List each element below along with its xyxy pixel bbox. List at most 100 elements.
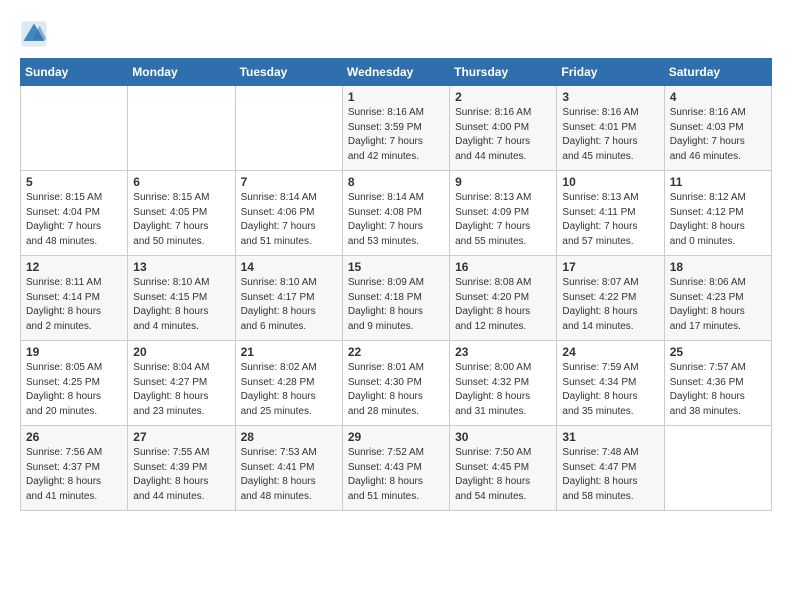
- calendar-cell: 19 Sunrise: 8:05 AM Sunset: 4:25 PM Dayli…: [21, 341, 128, 426]
- calendar-header-row: SundayMondayTuesdayWednesdayThursdayFrid…: [21, 59, 772, 86]
- calendar-cell: 29 Sunrise: 7:52 AM Sunset: 4:43 PM Dayli…: [342, 426, 449, 511]
- day-info: Sunrise: 8:16 AM Sunset: 4:01 PM Dayligh…: [562, 106, 658, 164]
- day-info: Sunrise: 8:08 AM Sunset: 4:20 PM Dayligh…: [455, 276, 551, 334]
- day-info: Sunrise: 7:50 AM Sunset: 4:45 PM Dayligh…: [455, 446, 551, 504]
- day-number: 23: [455, 345, 551, 359]
- day-info: Sunrise: 8:00 AM Sunset: 4:32 PM Dayligh…: [455, 361, 551, 419]
- day-info: Sunrise: 8:04 AM Sunset: 4:27 PM Dayligh…: [133, 361, 229, 419]
- header-friday: Friday: [557, 59, 664, 86]
- day-info: Sunrise: 8:16 AM Sunset: 4:00 PM Dayligh…: [455, 106, 551, 164]
- calendar-week-5: 26Sunrise: 7:56 AM Sunset: 4:37 PM Dayli…: [21, 426, 772, 511]
- calendar-cell: 15 Sunrise: 8:09 AM Sunset: 4:18 PM Dayli…: [342, 256, 449, 341]
- day-number: 12: [26, 260, 122, 274]
- calendar-table: SundayMondayTuesdayWednesdayThursdayFrid…: [20, 58, 772, 511]
- calendar-cell: [235, 86, 342, 171]
- day-number: 20: [133, 345, 229, 359]
- calendar-week-2: 5 Sunrise: 8:15 AM Sunset: 4:04 PM Daylig…: [21, 171, 772, 256]
- day-info: Sunrise: 7:55 AM Sunset: 4:39 PM Dayligh…: [133, 446, 229, 504]
- logo: [20, 20, 52, 48]
- day-info: Sunrise: 8:11 AM Sunset: 4:14 PM Dayligh…: [26, 276, 122, 334]
- calendar-cell: 31Sunrise: 7:48 AM Sunset: 4:47 PM Dayli…: [557, 426, 664, 511]
- day-number: 4: [670, 90, 766, 104]
- day-info: Sunrise: 8:10 AM Sunset: 4:15 PM Dayligh…: [133, 276, 229, 334]
- day-info: Sunrise: 8:07 AM Sunset: 4:22 PM Dayligh…: [562, 276, 658, 334]
- day-info: Sunrise: 8:15 AM Sunset: 4:05 PM Dayligh…: [133, 191, 229, 249]
- calendar-cell: 14 Sunrise: 8:10 AM Sunset: 4:17 PM Dayli…: [235, 256, 342, 341]
- day-number: 29: [348, 430, 444, 444]
- day-number: 8: [348, 175, 444, 189]
- day-number: 21: [241, 345, 337, 359]
- calendar-cell: 20 Sunrise: 8:04 AM Sunset: 4:27 PM Dayli…: [128, 341, 235, 426]
- calendar-cell: 10Sunrise: 8:13 AM Sunset: 4:11 PM Dayli…: [557, 171, 664, 256]
- calendar-cell: 30 Sunrise: 7:50 AM Sunset: 4:45 PM Dayli…: [450, 426, 557, 511]
- day-info: Sunrise: 8:13 AM Sunset: 4:09 PM Dayligh…: [455, 191, 551, 249]
- header-sunday: Sunday: [21, 59, 128, 86]
- day-info: Sunrise: 8:01 AM Sunset: 4:30 PM Dayligh…: [348, 361, 444, 419]
- day-number: 13: [133, 260, 229, 274]
- day-info: Sunrise: 8:05 AM Sunset: 4:25 PM Dayligh…: [26, 361, 122, 419]
- day-number: 6: [133, 175, 229, 189]
- day-number: 3: [562, 90, 658, 104]
- calendar-cell: 2 Sunrise: 8:16 AM Sunset: 4:00 PM Daylig…: [450, 86, 557, 171]
- calendar-cell: 23 Sunrise: 8:00 AM Sunset: 4:32 PM Dayli…: [450, 341, 557, 426]
- calendar-cell: 1 Sunrise: 8:16 AM Sunset: 3:59 PM Daylig…: [342, 86, 449, 171]
- day-info: Sunrise: 8:16 AM Sunset: 4:03 PM Dayligh…: [670, 106, 766, 164]
- calendar-cell: 22 Sunrise: 8:01 AM Sunset: 4:30 PM Dayli…: [342, 341, 449, 426]
- day-info: Sunrise: 8:09 AM Sunset: 4:18 PM Dayligh…: [348, 276, 444, 334]
- calendar-cell: 13 Sunrise: 8:10 AM Sunset: 4:15 PM Dayli…: [128, 256, 235, 341]
- day-number: 25: [670, 345, 766, 359]
- day-number: 14: [241, 260, 337, 274]
- calendar-week-3: 12 Sunrise: 8:11 AM Sunset: 4:14 PM Dayli…: [21, 256, 772, 341]
- day-number: 9: [455, 175, 551, 189]
- day-info: Sunrise: 7:48 AM Sunset: 4:47 PM Dayligh…: [562, 446, 658, 504]
- day-number: 18: [670, 260, 766, 274]
- day-number: 27: [133, 430, 229, 444]
- header-tuesday: Tuesday: [235, 59, 342, 86]
- day-number: 5: [26, 175, 122, 189]
- day-number: 2: [455, 90, 551, 104]
- day-number: 30: [455, 430, 551, 444]
- calendar-cell: [128, 86, 235, 171]
- calendar-cell: 3 Sunrise: 8:16 AM Sunset: 4:01 PM Daylig…: [557, 86, 664, 171]
- day-info: Sunrise: 8:16 AM Sunset: 3:59 PM Dayligh…: [348, 106, 444, 164]
- day-info: Sunrise: 8:15 AM Sunset: 4:04 PM Dayligh…: [26, 191, 122, 249]
- calendar-cell: 6 Sunrise: 8:15 AM Sunset: 4:05 PM Daylig…: [128, 171, 235, 256]
- day-info: Sunrise: 7:53 AM Sunset: 4:41 PM Dayligh…: [241, 446, 337, 504]
- day-number: 22: [348, 345, 444, 359]
- day-info: Sunrise: 7:52 AM Sunset: 4:43 PM Dayligh…: [348, 446, 444, 504]
- header-wednesday: Wednesday: [342, 59, 449, 86]
- day-info: Sunrise: 8:14 AM Sunset: 4:08 PM Dayligh…: [348, 191, 444, 249]
- day-info: Sunrise: 8:02 AM Sunset: 4:28 PM Dayligh…: [241, 361, 337, 419]
- day-number: 7: [241, 175, 337, 189]
- calendar-cell: 17Sunrise: 8:07 AM Sunset: 4:22 PM Dayli…: [557, 256, 664, 341]
- calendar-cell: 8 Sunrise: 8:14 AM Sunset: 4:08 PM Daylig…: [342, 171, 449, 256]
- day-info: Sunrise: 7:57 AM Sunset: 4:36 PM Dayligh…: [670, 361, 766, 419]
- calendar-cell: 4 Sunrise: 8:16 AM Sunset: 4:03 PM Daylig…: [664, 86, 771, 171]
- calendar-cell: 7 Sunrise: 8:14 AM Sunset: 4:06 PM Daylig…: [235, 171, 342, 256]
- day-info: Sunrise: 8:14 AM Sunset: 4:06 PM Dayligh…: [241, 191, 337, 249]
- calendar-cell: 18 Sunrise: 8:06 AM Sunset: 4:23 PM Dayli…: [664, 256, 771, 341]
- day-number: 24: [562, 345, 658, 359]
- day-number: 19: [26, 345, 122, 359]
- day-info: Sunrise: 8:13 AM Sunset: 4:11 PM Dayligh…: [562, 191, 658, 249]
- day-info: Sunrise: 8:12 AM Sunset: 4:12 PM Dayligh…: [670, 191, 766, 249]
- day-number: 16: [455, 260, 551, 274]
- calendar-cell: [21, 86, 128, 171]
- calendar-cell: 21 Sunrise: 8:02 AM Sunset: 4:28 PM Dayli…: [235, 341, 342, 426]
- calendar-week-1: 1 Sunrise: 8:16 AM Sunset: 3:59 PM Daylig…: [21, 86, 772, 171]
- day-info: Sunrise: 8:10 AM Sunset: 4:17 PM Dayligh…: [241, 276, 337, 334]
- header-saturday: Saturday: [664, 59, 771, 86]
- day-info: Sunrise: 8:06 AM Sunset: 4:23 PM Dayligh…: [670, 276, 766, 334]
- calendar-week-4: 19 Sunrise: 8:05 AM Sunset: 4:25 PM Dayli…: [21, 341, 772, 426]
- day-info: Sunrise: 7:59 AM Sunset: 4:34 PM Dayligh…: [562, 361, 658, 419]
- calendar-cell: 16 Sunrise: 8:08 AM Sunset: 4:20 PM Dayli…: [450, 256, 557, 341]
- day-number: 11: [670, 175, 766, 189]
- day-number: 28: [241, 430, 337, 444]
- calendar-cell: 12 Sunrise: 8:11 AM Sunset: 4:14 PM Dayli…: [21, 256, 128, 341]
- day-number: 15: [348, 260, 444, 274]
- day-number: 1: [348, 90, 444, 104]
- day-info: Sunrise: 7:56 AM Sunset: 4:37 PM Dayligh…: [26, 446, 122, 504]
- calendar-cell: 27 Sunrise: 7:55 AM Sunset: 4:39 PM Dayli…: [128, 426, 235, 511]
- calendar-cell: [664, 426, 771, 511]
- calendar-cell: 25 Sunrise: 7:57 AM Sunset: 4:36 PM Dayli…: [664, 341, 771, 426]
